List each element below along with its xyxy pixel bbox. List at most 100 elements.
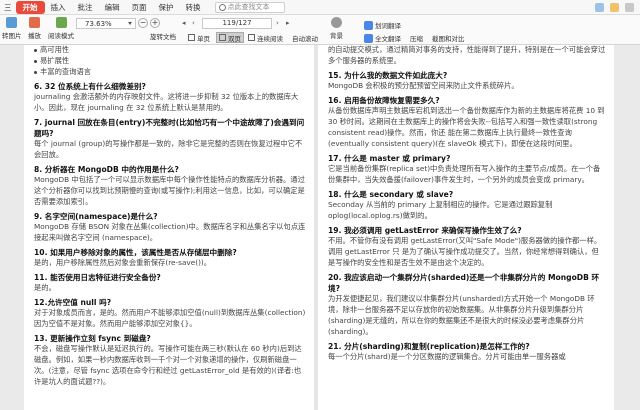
answer-paragraph: 从备份数据库声明主数据库宕机到选出一个备份数据库作为新的主数据库将花费 10 到… bbox=[328, 106, 605, 148]
answer-paragraph: Seconday 从当前的 primary 上复制相应的操作。它是通过跟踪复制 … bbox=[328, 199, 553, 220]
pdf-reader-window: 三 开始 插入 批注 编辑 页面 保护 转换 点此查找文本 转图片 播放 阅读模… bbox=[0, 0, 640, 410]
zoom-value: 73.63% bbox=[85, 19, 112, 28]
answer-paragraph: 每一个分片(shard)是一个分区数据的逻辑集合。分片可能由单一服务器或 bbox=[328, 351, 566, 361]
last-page-icon[interactable]: ▸ bbox=[286, 19, 290, 27]
auto-scroll-button[interactable]: 自动滚动 bbox=[292, 32, 318, 43]
first-page-icon[interactable]: ◂ bbox=[182, 19, 186, 27]
single-page-label: 单页 bbox=[197, 34, 210, 43]
answer-paragraph: 不会，磁盘写操作默认是延迟执行的。写操作可能在两三秒(默认在 60 秒内)后到达… bbox=[34, 344, 302, 387]
search-placeholder: 点此查找文本 bbox=[227, 3, 270, 11]
zoom-select[interactable]: 73.63% bbox=[76, 18, 136, 29]
document-page-right: 的自动提交模式，通过精简对事务的支持，性能得到了提升，特别是在一个可能会穿过多个… bbox=[318, 45, 614, 410]
play-button[interactable]: 播放 bbox=[28, 17, 41, 40]
question-heading: 9. 名字空间(namespace)是什么? bbox=[34, 211, 158, 221]
menu-tab-protect[interactable]: 保护 bbox=[153, 2, 180, 13]
screenshot-compare-button[interactable]: 截图和对比 bbox=[432, 33, 465, 43]
toolbar: 转图片 播放 阅读模式 73.63% − + ◂ ‹ 119/127 › ▸ 旋… bbox=[0, 15, 640, 45]
menu-tab-insert[interactable]: 插入 bbox=[45, 2, 72, 13]
question-heading: 18. 什么是 secondary 或 slave? bbox=[328, 189, 454, 199]
moon-icon bbox=[331, 17, 342, 28]
bullet-item: 高可用性 bbox=[34, 45, 306, 56]
background-button[interactable]: 背景 bbox=[330, 17, 343, 40]
auto-scroll-label: 自动滚动 bbox=[292, 34, 318, 43]
menu-tab-convert[interactable]: 转换 bbox=[180, 2, 207, 13]
search-input[interactable]: 点此查找文本 bbox=[214, 1, 285, 13]
zoom-in-button[interactable]: + bbox=[150, 18, 160, 28]
answer-paragraph: MongoDB 会积极的预分配预留空间来防止文件系统碎片。 bbox=[328, 81, 519, 91]
answer-paragraph: 对于对象成员而言，是的。然而用户不能够添加空值(null)到数据库丛集(coll… bbox=[34, 308, 306, 329]
left-gutter bbox=[0, 45, 24, 410]
answer-paragraph: 为开发便捷起见，我们建议以非集群分片(unsharded)方式开始一个 Mong… bbox=[328, 294, 595, 336]
double-page-label: 双页 bbox=[228, 34, 241, 43]
menu-tab-edit[interactable]: 编辑 bbox=[99, 2, 126, 13]
question-heading: 16. 启用备份故障恢复需要多久? bbox=[328, 95, 440, 105]
prev-page-icon[interactable]: ‹ bbox=[192, 19, 195, 27]
double-page-icon bbox=[219, 34, 226, 41]
play-label: 播放 bbox=[28, 32, 41, 40]
to-image-label: 转图片 bbox=[2, 32, 22, 40]
menu-tab-page[interactable]: 页面 bbox=[126, 2, 153, 13]
answer-paragraph: journaling 会激活额外的内存映射文件。这将进一步抑制 32 位版本上的… bbox=[34, 91, 299, 112]
fulltext-translate-button[interactable]: 全文翻译 bbox=[364, 33, 401, 43]
question-heading: 17. 什么是 master 或 primary? bbox=[328, 153, 451, 163]
bullet-item: 易扩展性 bbox=[34, 56, 306, 67]
question-heading: 20. 我应该启动一个集群分片(sharded)还是一个非集群分片的 Mongo… bbox=[328, 272, 600, 293]
menu-bar: 三 开始 插入 批注 编辑 页面 保护 转换 点此查找文本 bbox=[0, 0, 640, 15]
single-page-button[interactable]: 单页 bbox=[188, 32, 210, 43]
answer-paragraph: 不用。不管你有没有调用 getLastError(又叫"Safe Mode")服… bbox=[328, 235, 602, 267]
word-translate-button[interactable]: 划词翻译 bbox=[364, 20, 401, 30]
answer-paragraph: 是的。 bbox=[34, 283, 56, 293]
globe-icon bbox=[364, 33, 373, 43]
window-controls bbox=[595, 2, 640, 12]
answer-paragraph: 它是当前备份集群(replica set)中负责处理所有写入操作的主要节点/成员… bbox=[328, 163, 601, 184]
page-number-input[interactable]: 119/127 bbox=[202, 18, 272, 29]
background-label: 背景 bbox=[330, 32, 343, 40]
answer-paragraph: 的自动提交模式，通过精简对事务的支持，性能得到了提升，特别是在一个可能会穿过多个… bbox=[328, 45, 606, 65]
search-icon bbox=[218, 3, 226, 11]
answer-paragraph: 是的，用户移除属性然后对象会重新保存(re-save())。 bbox=[34, 258, 212, 268]
rotate-button[interactable]: 旋转文档 bbox=[150, 31, 176, 41]
menu-tab-annotate[interactable]: 批注 bbox=[72, 2, 99, 13]
reading-mode-button[interactable]: 阅读模式 bbox=[48, 17, 74, 40]
question-heading: 21. 分片(sharding)和复制(replication)是怎样工作的? bbox=[328, 341, 530, 351]
question-heading: 15. 为什么我的数据文件如此庞大? bbox=[328, 70, 448, 80]
question-heading: 10. 如果用户移除对象的属性，该属性是否从存储层中删除? bbox=[34, 247, 237, 257]
rotate-label: 旋转文档 bbox=[150, 33, 176, 41]
question-heading: 12.允许空值 null 吗? bbox=[34, 298, 112, 308]
next-page-icon[interactable]: › bbox=[276, 19, 279, 27]
continuous-button[interactable]: 连续阅读 bbox=[248, 32, 283, 43]
question-heading: 13. 更新操作立刻 fsync 到磁盘? bbox=[34, 334, 151, 344]
share-icon[interactable] bbox=[610, 2, 619, 12]
question-heading: 6. 32 位系统上有什么细微差别? bbox=[34, 81, 146, 91]
play-icon bbox=[29, 17, 40, 28]
continuous-label: 连续阅读 bbox=[257, 34, 283, 43]
fulltext-translate-label: 全文翻译 bbox=[375, 35, 401, 43]
question-heading: 7. journal 回放在条目(entry)不完整时(比如恰巧有一个中途故障了… bbox=[34, 117, 305, 138]
answer-paragraph: 每个 journal (group)的写操作都是一致的，除非它是完整的否则在恢复… bbox=[34, 139, 303, 160]
image-icon bbox=[6, 17, 18, 28]
screenshot-compare-label: 截图和对比 bbox=[432, 35, 465, 43]
cloud-icon[interactable] bbox=[595, 2, 604, 12]
chevron-down-icon bbox=[128, 22, 132, 25]
question-heading: 19. 我必须调用 getLastError 来确保写操作生效了么? bbox=[328, 225, 522, 235]
to-image-button[interactable]: 转图片 bbox=[2, 17, 22, 40]
answer-paragraph: MongoDB 中包括了一个可以显示数据库中每个操作性能特点的数据库分析器。通过… bbox=[34, 175, 305, 206]
bullet-item: 丰富的查询语言 bbox=[34, 67, 306, 78]
question-heading: 8. 分析器在 MongoDB 中的作用是什么? bbox=[34, 164, 179, 174]
compress-button[interactable]: 压缩 bbox=[410, 33, 423, 43]
more-icon[interactable] bbox=[625, 2, 634, 12]
double-page-button[interactable]: 双页 bbox=[216, 32, 244, 43]
menu-hamburger[interactable]: 三 bbox=[0, 2, 14, 13]
reading-mode-label: 阅读模式 bbox=[48, 32, 74, 40]
menu-tab-start[interactable]: 开始 bbox=[15, 0, 45, 14]
book-icon bbox=[55, 17, 67, 28]
translate-icon bbox=[364, 20, 373, 30]
continuous-icon bbox=[248, 34, 255, 41]
word-translate-label: 划词翻译 bbox=[375, 22, 401, 30]
zoom-out-button[interactable]: − bbox=[138, 18, 148, 28]
document-page-left: 高可用性 易扩展性 丰富的查询语言 6. 32 位系统上有什么细微差别? jou… bbox=[24, 45, 314, 410]
answer-paragraph: MongoDB 存储 BSON 对象在丛集(collection)中。数据库名字… bbox=[34, 222, 306, 242]
compress-label: 压缩 bbox=[410, 35, 423, 43]
right-gutter bbox=[614, 45, 640, 410]
single-page-icon bbox=[188, 34, 195, 41]
